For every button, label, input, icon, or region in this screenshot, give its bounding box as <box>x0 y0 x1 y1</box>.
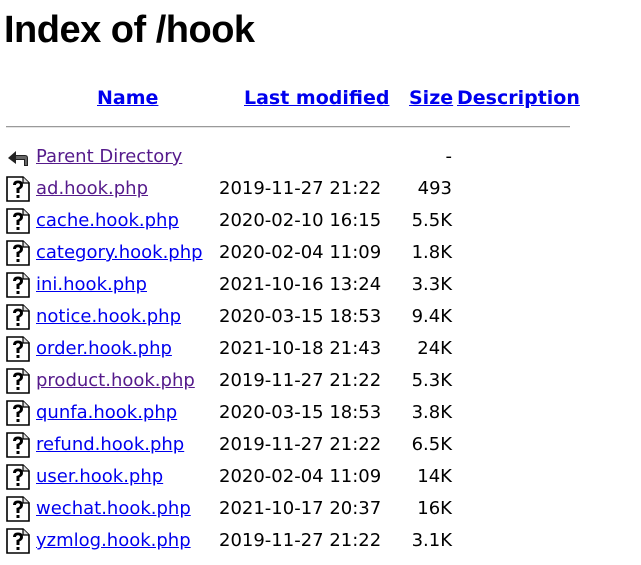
header-divider <box>6 126 570 128</box>
file-size: 14K <box>417 466 452 487</box>
file-modified: 2021-10-17 20:37 <box>219 498 382 519</box>
file-modified: 2021-10-16 13:24 <box>219 274 382 295</box>
file-row: refund.hook.php 2019-11-27 21:22 6.5K <box>0 431 641 459</box>
file-modified: 2019-11-27 21:22 <box>219 370 382 391</box>
file-link[interactable]: category.hook.php <box>36 241 203 265</box>
file-modified: 2020-02-10 16:15 <box>219 210 382 231</box>
sort-by-description-link[interactable]: Description <box>457 86 580 110</box>
unknown-file-icon <box>6 464 30 490</box>
unknown-file-icon <box>6 336 30 362</box>
file-size: 493 <box>417 178 452 199</box>
file-row: qunfa.hook.php 2020-03-15 18:53 3.8K <box>0 399 641 427</box>
file-size: 5.3K <box>411 370 452 391</box>
file-row: notice.hook.php 2020-03-15 18:53 9.4K <box>0 303 641 331</box>
file-link[interactable]: notice.hook.php <box>36 305 181 329</box>
unknown-file-icon <box>6 176 30 202</box>
file-link[interactable]: refund.hook.php <box>36 433 184 457</box>
file-row: wechat.hook.php 2021-10-17 20:37 16K <box>0 495 641 523</box>
parent-size: - <box>445 146 453 167</box>
file-row: product.hook.php 2019-11-27 21:22 5.3K <box>0 367 641 395</box>
file-size: 1.8K <box>411 242 452 263</box>
file-size: 3.3K <box>411 274 452 295</box>
file-row: ad.hook.php 2019-11-27 21:22 493 <box>0 175 641 203</box>
unknown-file-icon <box>6 368 30 394</box>
file-link[interactable]: user.hook.php <box>36 465 163 489</box>
unknown-file-icon <box>6 208 30 234</box>
file-link[interactable]: cache.hook.php <box>36 209 179 233</box>
file-size: 3.8K <box>411 402 452 423</box>
parent-directory-link[interactable]: Parent Directory <box>36 145 182 169</box>
file-modified: 2019-11-27 21:22 <box>219 530 382 551</box>
file-size: 24K <box>417 338 452 359</box>
file-row: user.hook.php 2020-02-04 11:09 14K <box>0 463 641 491</box>
file-size: 5.5K <box>411 210 452 231</box>
file-modified: 2019-11-27 21:22 <box>219 178 382 199</box>
unknown-file-icon <box>6 240 30 266</box>
file-row: yzmlog.hook.php 2019-11-27 21:22 3.1K <box>0 527 641 555</box>
file-link[interactable]: order.hook.php <box>36 337 172 361</box>
unknown-file-icon <box>6 496 30 522</box>
unknown-file-icon <box>6 528 30 554</box>
file-modified: 2021-10-18 21:43 <box>219 338 382 359</box>
unknown-file-icon <box>6 304 30 330</box>
file-row: ini.hook.php 2021-10-16 13:24 3.3K <box>0 271 641 299</box>
file-size: 3.1K <box>411 530 452 551</box>
file-row: order.hook.php 2021-10-18 21:43 24K <box>0 335 641 363</box>
page-title: Index of /hook <box>4 9 255 51</box>
file-link[interactable]: product.hook.php <box>36 369 195 393</box>
parent-directory-row: Parent Directory - <box>0 143 641 171</box>
file-modified: 2020-03-15 18:53 <box>219 402 382 423</box>
unknown-file-icon <box>6 272 30 298</box>
unknown-file-icon <box>6 432 30 458</box>
sort-by-last-modified-link[interactable]: Last modified <box>244 86 389 110</box>
sort-by-name-link[interactable]: Name <box>97 86 158 110</box>
file-row: cache.hook.php 2020-02-10 16:15 5.5K <box>0 207 641 235</box>
file-link[interactable]: yzmlog.hook.php <box>36 529 191 553</box>
file-modified: 2020-02-04 11:09 <box>219 466 382 487</box>
file-link[interactable]: qunfa.hook.php <box>36 401 177 425</box>
unknown-file-icon <box>6 400 30 426</box>
file-size: 16K <box>417 498 452 519</box>
file-size: 6.5K <box>411 434 452 455</box>
file-link[interactable]: ini.hook.php <box>36 273 147 297</box>
file-modified: 2020-03-15 18:53 <box>219 306 382 327</box>
file-size: 9.4K <box>411 306 452 327</box>
file-link[interactable]: wechat.hook.php <box>36 497 191 521</box>
file-modified: 2019-11-27 21:22 <box>219 434 382 455</box>
file-modified: 2020-02-04 11:09 <box>219 242 382 263</box>
back-arrow-icon <box>6 144 30 170</box>
file-row: category.hook.php 2020-02-04 11:09 1.8K <box>0 239 641 267</box>
sort-by-size-link[interactable]: Size <box>409 86 453 110</box>
file-link[interactable]: ad.hook.php <box>36 177 148 201</box>
